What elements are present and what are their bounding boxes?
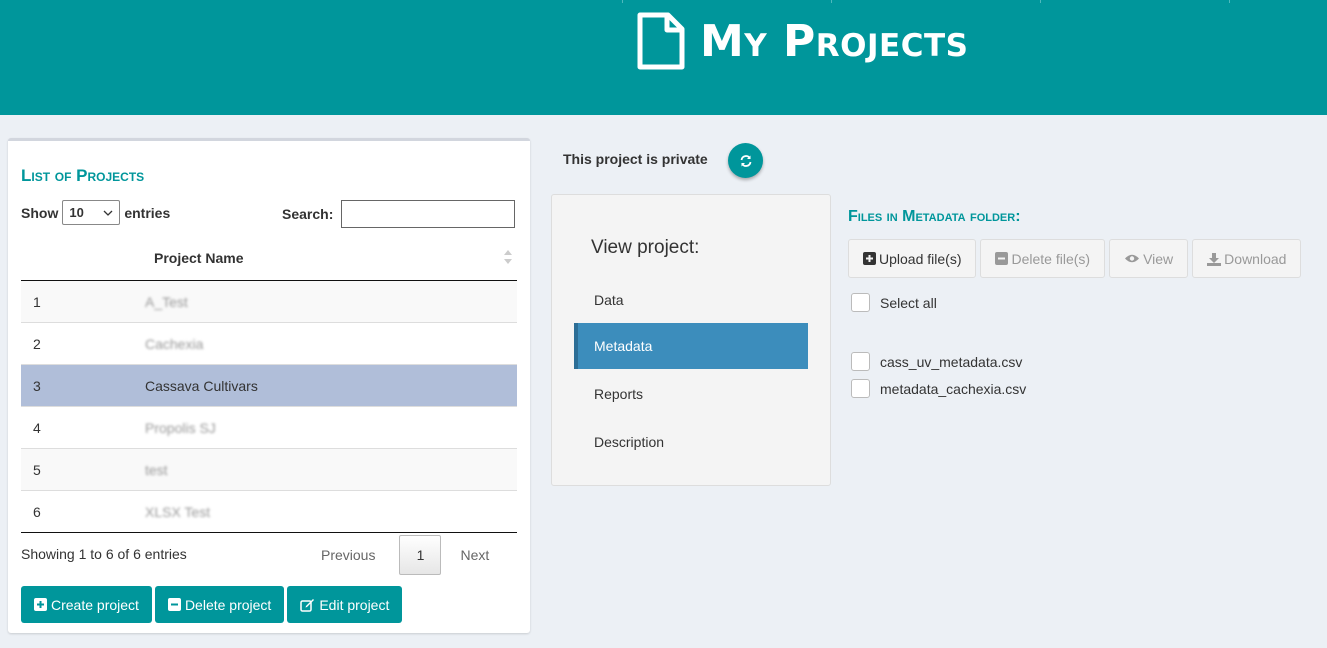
projects-panel-title: List of Projects: [21, 166, 145, 185]
nav-item-data[interactable]: Data: [574, 277, 808, 323]
file-name: cass_uv_metadata.csv: [880, 353, 1023, 370]
nav-item-description[interactable]: Description: [574, 419, 808, 465]
delete-project-label: Delete project: [184, 596, 272, 613]
project-actions: Create project Delete project Edit proje…: [21, 586, 403, 623]
search-input[interactable]: [341, 200, 516, 228]
table-header[interactable]: Project Name: [21, 234, 517, 281]
project-name: Propolis SJ: [145, 420, 216, 436]
entries-label: entries: [124, 204, 171, 221]
table-row[interactable]: 1 A_Test: [21, 281, 517, 323]
select-all-checkbox[interactable]: [851, 293, 870, 312]
toggle-privacy-button[interactable]: [728, 143, 763, 178]
minus-square-icon: [167, 598, 181, 611]
table-row-selected[interactable]: 3 Cassava Cultivars: [21, 365, 517, 407]
pagination: Previous 1 Next: [321, 535, 489, 575]
select-all-row[interactable]: Select all: [851, 293, 937, 312]
table-row[interactable]: 2 Cachexia: [21, 323, 517, 365]
delete-files-button[interactable]: Delete file(s): [980, 239, 1106, 278]
file-name: metadata_cachexia.csv: [880, 380, 1027, 397]
select-all-label: Select all: [880, 294, 937, 311]
table-row[interactable]: 5 test: [21, 449, 517, 491]
view-file-label: View: [1143, 250, 1174, 267]
delete-project-button[interactable]: Delete project: [154, 586, 285, 623]
files-section-title: Files in Metadata folder:: [848, 208, 1021, 225]
table-info: Showing 1 to 6 of 6 entries: [21, 546, 187, 562]
row-number: 1: [33, 294, 41, 310]
row-number: 6: [33, 504, 41, 520]
edit-icon: [300, 598, 315, 612]
project-name: Cassava Cultivars: [145, 378, 258, 394]
projects-table: Project Name 1 A_Test 2 Cachexia 3 Cassa…: [21, 234, 517, 533]
header-divider: [1229, 0, 1230, 3]
row-number: 4: [33, 420, 41, 436]
entries-select[interactable]: 10: [62, 200, 121, 225]
page-title-group: My Projects: [636, 12, 968, 70]
download-file-button[interactable]: Download: [1192, 239, 1302, 278]
privacy-status: This project is private: [563, 151, 708, 167]
header-divider: [622, 0, 623, 3]
minus-square-icon: [995, 252, 1009, 265]
create-project-button[interactable]: Create project: [21, 586, 152, 623]
row-number: 3: [33, 378, 41, 394]
eye-icon: [1125, 254, 1140, 263]
row-number: 2: [33, 336, 41, 352]
edit-project-label: Edit project: [319, 596, 390, 613]
next-page-button[interactable]: Next: [460, 547, 489, 563]
column-header-project-name: Project Name: [154, 250, 244, 266]
file-checkbox[interactable]: [851, 352, 870, 371]
chevron-down-icon: [103, 210, 113, 216]
table-row[interactable]: 6 XLSX Test: [21, 491, 517, 533]
file-row[interactable]: cass_uv_metadata.csv: [851, 352, 1022, 371]
project-name: Cachexia: [145, 336, 204, 352]
row-number: 5: [33, 462, 41, 478]
search-label: Search:: [282, 206, 334, 222]
plus-square-icon: [863, 252, 876, 265]
plus-square-icon: [34, 598, 47, 611]
nav-item-metadata[interactable]: Metadata: [574, 323, 808, 369]
table-row[interactable]: 4 Propolis SJ: [21, 407, 517, 449]
sort-icon: [504, 250, 512, 264]
entries-select-value: 10: [69, 205, 84, 220]
project-name: test: [145, 462, 168, 478]
create-project-label: Create project: [51, 596, 139, 613]
project-name: XLSX Test: [145, 504, 211, 520]
upload-files-label: Upload file(s): [879, 250, 962, 267]
page-title: My Projects: [700, 15, 969, 67]
project-name: A_Test: [145, 294, 188, 310]
edit-project-button[interactable]: Edit project: [287, 586, 403, 623]
file-row[interactable]: metadata_cachexia.csv: [851, 379, 1026, 398]
show-label: Show: [21, 204, 59, 221]
view-project-nav: View project: Data Metadata Reports Desc…: [551, 194, 831, 486]
view-file-button[interactable]: View: [1109, 239, 1189, 278]
header-divider: [1040, 0, 1041, 3]
page-button-1[interactable]: 1: [399, 535, 442, 575]
header-divider: [831, 0, 832, 3]
download-file-label: Download: [1224, 250, 1287, 267]
download-icon: [1207, 252, 1222, 266]
delete-files-label: Delete file(s): [1011, 250, 1091, 267]
refresh-icon: [740, 154, 751, 167]
file-icon: [637, 12, 685, 70]
file-checkbox[interactable]: [851, 379, 870, 398]
view-project-title: View project:: [591, 237, 700, 258]
entries-control: Show 10 entries: [21, 200, 170, 225]
previous-page-button[interactable]: Previous: [321, 547, 375, 563]
search-control: Search:: [282, 200, 516, 228]
nav-item-reports[interactable]: Reports: [574, 371, 808, 417]
upload-files-button[interactable]: Upload file(s): [848, 239, 977, 278]
file-actions: Upload file(s) Delete file(s) View Downl…: [848, 239, 1302, 278]
app-header: My Projects: [0, 0, 1327, 115]
projects-panel: List of Projects Show 10 entries Search:…: [8, 138, 530, 633]
